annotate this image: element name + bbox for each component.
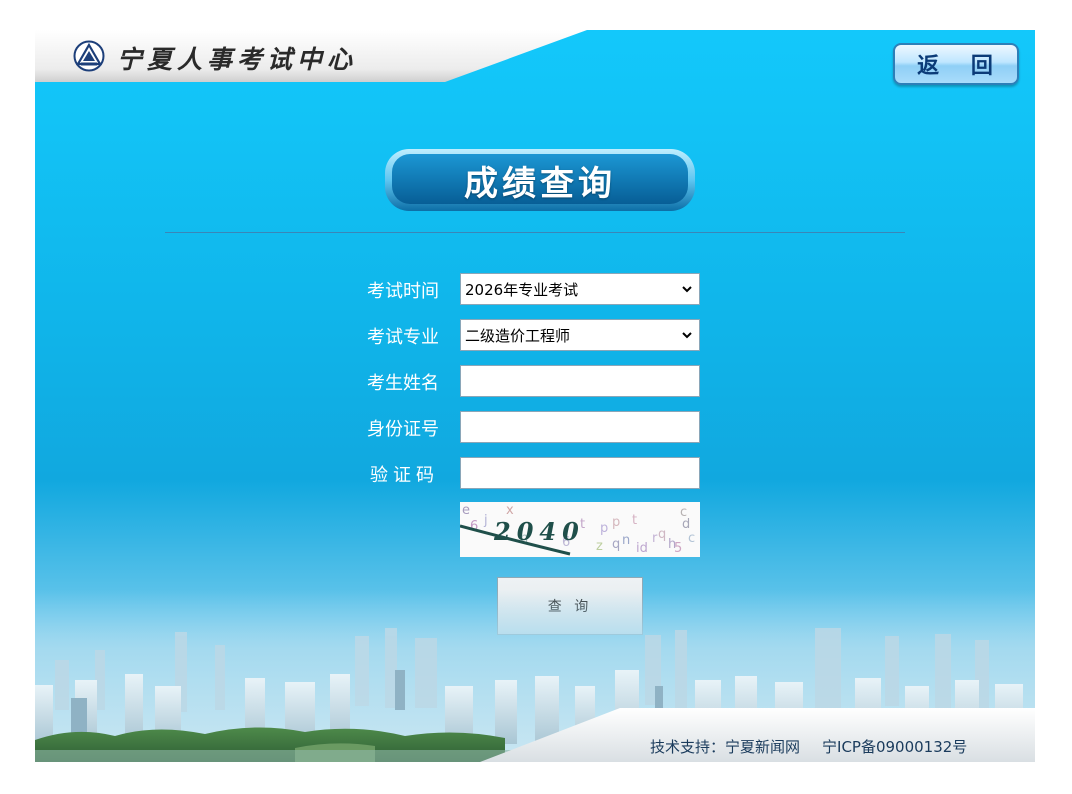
captcha-label: 验证码 [370,465,439,486]
svg-text:x: x [506,503,514,518]
svg-text:e: e [462,503,470,518]
svg-text:q: q [612,537,620,552]
page-title-badge: 成绩查询 [384,148,696,212]
title-divider [165,232,905,233]
exam-major-row: 考试专业 二级造价工程师 [35,319,1035,351]
name-label: 考生姓名 [367,373,439,394]
chevron-down-icon [682,286,692,293]
svg-text:p: p [612,515,620,530]
id-label: 身份证号 [367,419,439,440]
svg-text:id: id [636,541,648,556]
footer-info: 技术支持：宁夏新闻网 宁ICP备09000132号 [650,736,967,757]
footer-icp: 宁ICP备09000132号 [822,738,968,756]
name-input[interactable] [460,365,700,397]
svg-text:j: j [483,513,488,528]
svg-text:q: q [658,527,666,542]
exam-major-value: 二级造价工程师 [465,326,571,345]
captcha-text: 2040 [493,517,585,546]
captcha-image[interactable]: e 6 j x h 6 t p p z q n t id r q h 5 c d [460,502,700,557]
svg-text:d: d [682,517,690,532]
svg-text:5: 5 [674,541,682,556]
svg-text:z: z [596,539,603,554]
id-row: 身份证号 [35,411,1035,443]
svg-text:t: t [632,513,637,528]
chevron-down-icon [682,332,692,339]
svg-text:c: c [688,531,695,546]
captcha-input[interactable] [460,457,700,489]
exam-major-select[interactable]: 二级造价工程师 [460,319,700,351]
emblem-logo-icon [73,40,105,72]
page-title: 成绩查询 [464,163,616,204]
id-number-input[interactable] [460,411,700,443]
exam-time-row: 考试时间 2026年专业考试 [35,273,1035,305]
name-row: 考生姓名 [35,365,1035,397]
svg-text:p: p [600,521,608,536]
exam-major-label: 考试专业 [367,327,439,348]
page-frame: 宁夏人事考试中心 返 回 成绩查询 考试时间 2026年专业考试 考试专业 二级… [35,30,1035,762]
svg-text:n: n [622,533,630,548]
exam-time-label: 考试时间 [367,281,439,302]
exam-time-select[interactable]: 2026年专业考试 [460,273,700,305]
exam-time-value: 2026年专业考试 [465,280,579,299]
footer-support: 技术支持：宁夏新闻网 [650,738,801,756]
header-bar: 宁夏人事考试中心 [35,30,1035,82]
site-title: 宁夏人事考试中心 [117,45,358,74]
captcha-row: 验证码 [35,457,1035,489]
back-button[interactable]: 返 回 [893,43,1019,85]
